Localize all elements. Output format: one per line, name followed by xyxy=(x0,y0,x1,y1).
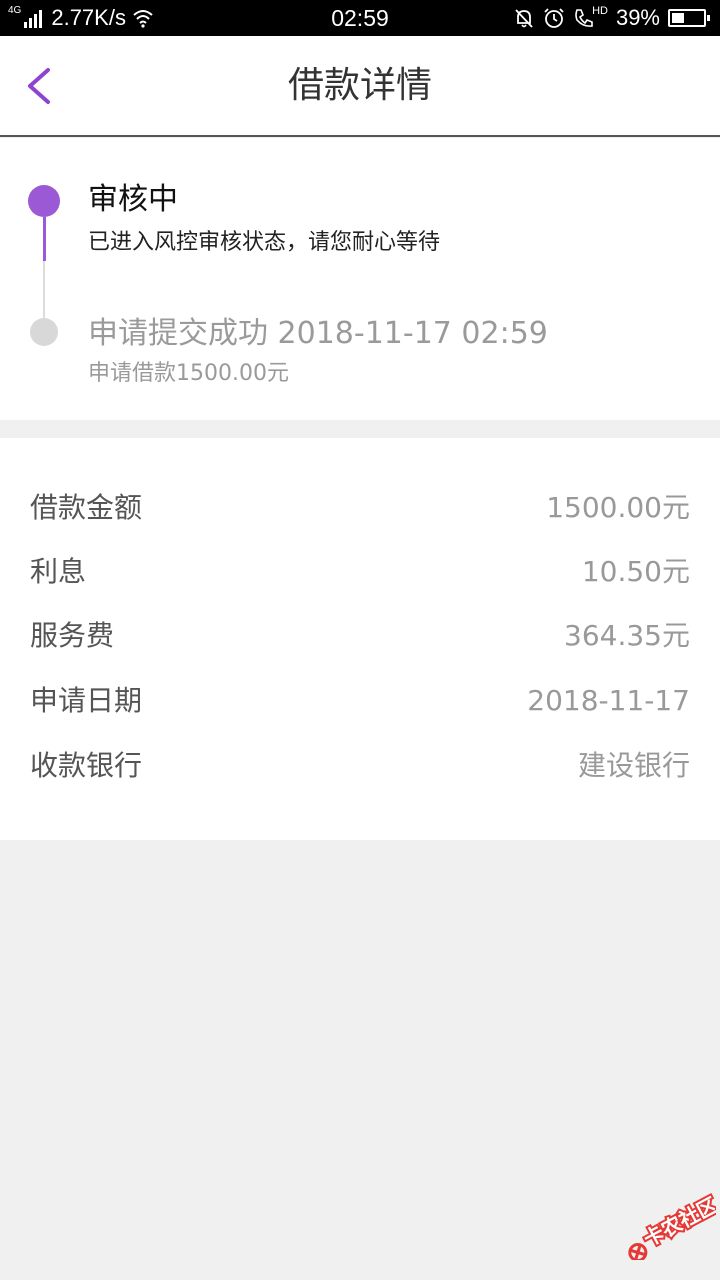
timeline-line-active xyxy=(43,217,46,261)
detail-value: 建设银行 xyxy=(577,749,690,782)
timeline-dot-done xyxy=(30,318,58,346)
status-right: HD 39% xyxy=(513,4,710,32)
loan-details: 借款金额 1500.00元 利息 10.50元 服务费 364.35元 申请日期… xyxy=(0,438,720,840)
alarm-icon xyxy=(544,8,564,28)
hd-label: HD xyxy=(592,5,608,17)
battery-icon xyxy=(668,9,710,27)
page-title: 借款详情 xyxy=(287,65,432,106)
battery-nub xyxy=(707,15,710,21)
watermark: 卡农社区 xyxy=(612,1185,720,1262)
detail-value: 1500.00元 xyxy=(546,491,690,524)
back-chevron-icon xyxy=(28,68,50,104)
detail-value: 10.50元 xyxy=(581,555,690,588)
nav-bar: 借款详情 xyxy=(0,36,720,137)
detail-label: 借款金额 xyxy=(30,491,143,524)
detail-row-service-fee: 服务费 364.35元 xyxy=(0,604,720,668)
detail-label: 服务费 xyxy=(30,619,115,652)
detail-row-amount: 借款金额 1500.00元 xyxy=(0,476,720,540)
detail-label: 利息 xyxy=(30,555,87,588)
watermark-logo-icon: 卡农社区 xyxy=(628,1191,720,1262)
back-button[interactable] xyxy=(18,62,66,110)
detail-value: 364.35元 xyxy=(564,619,690,652)
call-hd-indicator: HD xyxy=(573,5,608,29)
detail-row-interest: 利息 10.50元 xyxy=(0,540,720,604)
bell-off-icon xyxy=(515,9,533,28)
detail-value: 2018-11-17 xyxy=(527,684,690,717)
detail-label: 申请日期 xyxy=(30,684,143,717)
status-bar: 4G 2.77K/s 02:59 HD 39% xyxy=(0,0,720,36)
detail-row-bank: 收款银行 建设银行 xyxy=(0,734,720,798)
timeline-step-title: 审核中 xyxy=(88,182,178,217)
battery-percent: 39% xyxy=(615,5,660,30)
detail-row-apply-date: 申请日期 2018-11-17 xyxy=(0,669,720,733)
battery-fill xyxy=(672,13,684,23)
timeline-line-inactive xyxy=(43,261,45,318)
timeline-step-subtitle: 申请借款1500.00元 xyxy=(88,361,289,386)
svg-text:卡农社区: 卡农社区 xyxy=(640,1193,716,1252)
timeline-step-subtitle: 已进入风控审核状态，请您耐心等待 xyxy=(88,230,441,255)
status-timeline: 审核中 已进入风控审核状态，请您耐心等待 申请提交成功 2018-11-17 0… xyxy=(0,138,720,420)
detail-label: 收款银行 xyxy=(30,749,143,782)
timeline-dot-active xyxy=(28,185,60,217)
timeline-step-title: 申请提交成功 2018-11-17 02:59 xyxy=(88,316,548,351)
